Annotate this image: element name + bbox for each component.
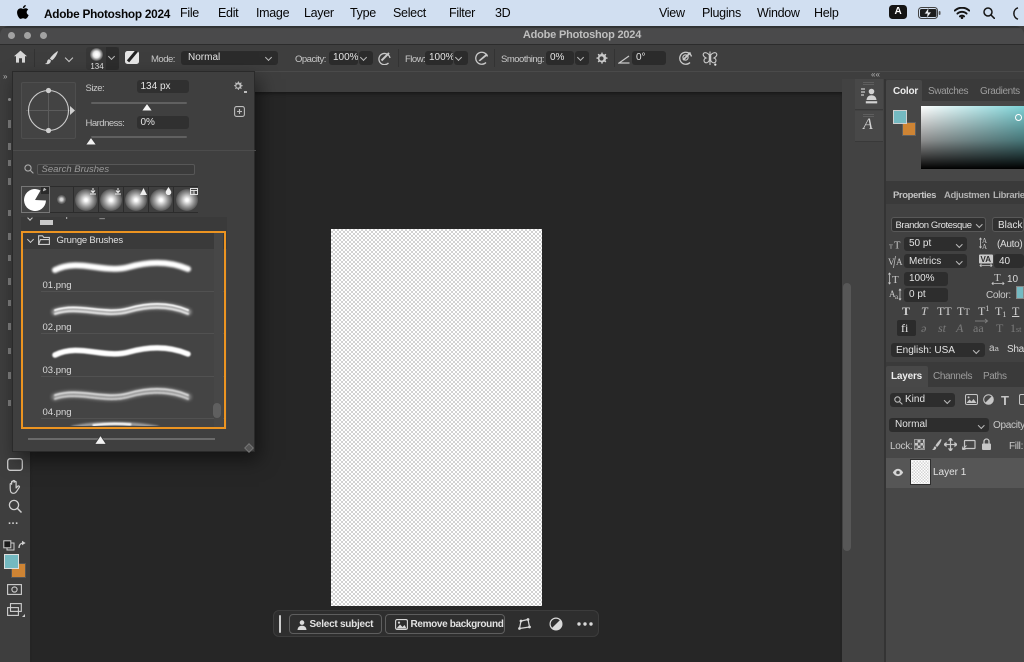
svg-text:A: A — [896, 257, 903, 267]
svg-text:T: T — [889, 243, 893, 250]
svg-text:T: T — [894, 240, 901, 250]
svg-text:VA: VA — [981, 255, 992, 264]
svg-text:T: T — [994, 272, 1001, 284]
svg-text:A: A — [982, 243, 987, 250]
svg-text:T: T — [892, 274, 899, 285]
svg-text:a: a — [895, 293, 899, 301]
